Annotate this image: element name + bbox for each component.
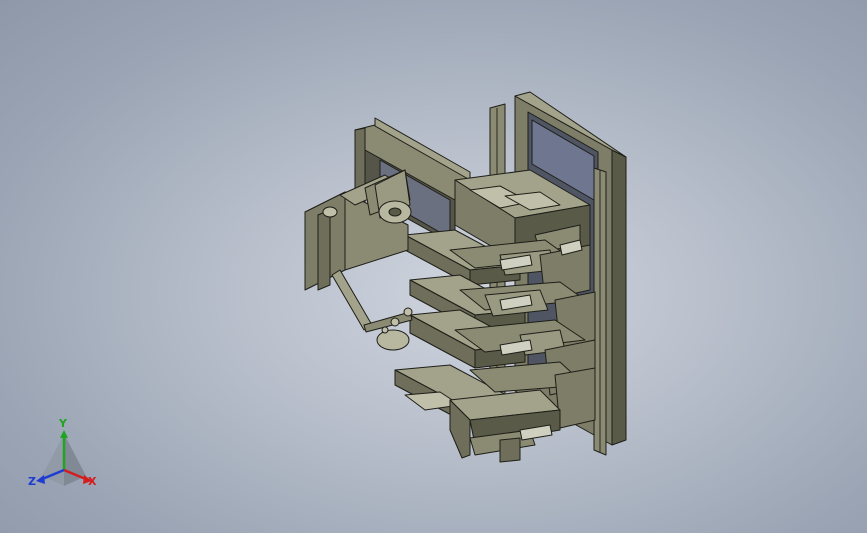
z-axis-label: Z [28,475,36,488]
3d-model-viewport[interactable]: Y X Z [0,0,867,533]
x-axis-label: X [88,475,97,488]
y-axis-label: Y [59,417,67,430]
orientation-triad: Y X Z [24,417,104,495]
cad-assembly-model[interactable] [0,0,867,533]
linkage-arm[interactable] [331,269,413,351]
